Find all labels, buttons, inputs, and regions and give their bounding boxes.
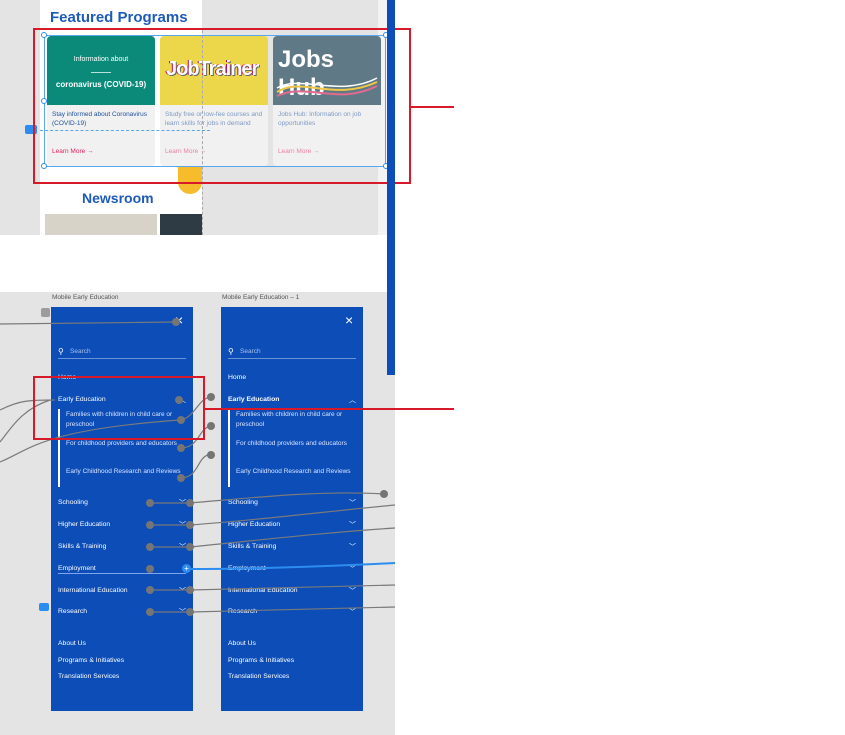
wire-node[interactable]: [146, 586, 154, 594]
nav-early-education[interactable]: Early Education: [228, 396, 279, 403]
nav-skills-training[interactable]: Skills & Training: [228, 543, 276, 550]
chevron-down-icon[interactable]: ﹀: [179, 607, 186, 617]
wire-node[interactable]: [207, 451, 215, 459]
chevron-down-icon[interactable]: ﹀: [179, 542, 186, 552]
close-icon[interactable]: ×: [345, 313, 355, 327]
featured-programs-title: Featured Programs: [50, 9, 188, 26]
footer-programs[interactable]: Programs & Initiatives: [228, 657, 294, 664]
callout-line: [411, 106, 454, 108]
mobile-menu-artboard[interactable]: × ⚲ Search Home Early Education ︿ Famili…: [51, 307, 193, 711]
wire-node[interactable]: [207, 422, 215, 430]
search-icon: ⚲: [58, 347, 64, 356]
wire-node[interactable]: [380, 490, 388, 498]
wire-node[interactable]: [207, 393, 215, 401]
nav-employment[interactable]: Employment: [58, 565, 96, 572]
subnav-item[interactable]: Families with children in child care or …: [236, 410, 351, 430]
footer-about-us[interactable]: About Us: [228, 640, 256, 647]
subnav-item[interactable]: For childhood providers and educators: [66, 439, 181, 449]
search-input[interactable]: ⚲ Search: [58, 347, 186, 359]
news-thumbnail[interactable]: [160, 214, 202, 235]
nav-higher-education[interactable]: Higher Education: [228, 521, 280, 528]
nav-research[interactable]: Research: [58, 608, 87, 615]
nav-employment[interactable]: Employment: [228, 565, 266, 572]
wire-node[interactable]: [146, 521, 154, 529]
chevron-up-icon[interactable]: ︿: [349, 395, 356, 405]
nav-home[interactable]: Home: [228, 374, 246, 381]
chevron-down-icon[interactable]: ﹀: [349, 564, 356, 574]
chevron-down-icon[interactable]: ﹀: [349, 498, 356, 508]
chevron-down-icon[interactable]: ﹀: [179, 498, 186, 508]
search-icon: ⚲: [228, 347, 234, 356]
chevron-down-icon[interactable]: ﹀: [349, 607, 356, 617]
chevron-down-icon[interactable]: ﹀: [349, 542, 356, 552]
mobile-menu-artboard-partial[interactable]: [387, 0, 395, 375]
artboard-label[interactable]: Mobile Early Education: [52, 294, 118, 301]
artboard-label[interactable]: Mobile Early Education – 1: [222, 294, 299, 301]
wire-node[interactable]: [177, 474, 185, 482]
subnav-item[interactable]: Early Childhood Research and Reviews: [236, 467, 351, 477]
wire-node[interactable]: [146, 499, 154, 507]
callout-line: [205, 408, 454, 410]
wire-node[interactable]: [186, 608, 194, 616]
nav-schooling[interactable]: Schooling: [228, 499, 258, 506]
footer-translation[interactable]: Translation Services: [228, 673, 289, 680]
nav-schooling[interactable]: Schooling: [58, 499, 88, 506]
search-placeholder: Search: [240, 348, 261, 355]
wire-node[interactable]: [186, 499, 194, 507]
highlight-box-early-education: [33, 376, 205, 440]
resize-handle[interactable]: [39, 603, 49, 611]
footer-about-us[interactable]: About Us: [58, 640, 86, 647]
chevron-down-icon[interactable]: ﹀: [179, 586, 186, 596]
footer-translation[interactable]: Translation Services: [58, 673, 119, 680]
wire-node[interactable]: [186, 586, 194, 594]
footer-programs[interactable]: Programs & Initiatives: [58, 657, 124, 664]
wire-node[interactable]: [146, 608, 154, 616]
news-thumbnail[interactable]: [45, 214, 157, 235]
wire-node[interactable]: [186, 521, 194, 529]
nav-international-education[interactable]: International Education: [228, 587, 298, 594]
nav-higher-education[interactable]: Higher Education: [58, 521, 110, 528]
subnav-item[interactable]: Early Childhood Research and Reviews: [66, 467, 181, 477]
subnav-item[interactable]: For childhood providers and educators: [236, 439, 351, 449]
wire-node[interactable]: [177, 444, 185, 452]
chevron-down-icon[interactable]: ﹀: [179, 520, 186, 530]
wire-node[interactable]: [172, 318, 180, 326]
wire-node[interactable]: [186, 543, 194, 551]
wire-node[interactable]: [146, 543, 154, 551]
submenu-bar: [228, 409, 230, 487]
highlight-box-featured: [33, 28, 411, 184]
chevron-down-icon[interactable]: ﹀: [349, 520, 356, 530]
chevron-down-icon[interactable]: ﹀: [349, 586, 356, 596]
nav-research[interactable]: Research: [228, 608, 257, 615]
home-marker-icon[interactable]: [41, 308, 50, 317]
selected-outline: [58, 573, 186, 574]
nav-skills-training[interactable]: Skills & Training: [58, 543, 106, 550]
add-interaction-icon[interactable]: +: [182, 564, 191, 573]
search-input[interactable]: ⚲ Search: [228, 347, 356, 359]
wire-node[interactable]: [146, 565, 154, 573]
mobile-menu-artboard-expanded[interactable]: × ⚲ Search Home Early Education ︿ Famili…: [221, 307, 363, 711]
newsroom-title: Newsroom: [82, 190, 154, 206]
search-placeholder: Search: [70, 348, 91, 355]
nav-international-education[interactable]: International Education: [58, 587, 128, 594]
